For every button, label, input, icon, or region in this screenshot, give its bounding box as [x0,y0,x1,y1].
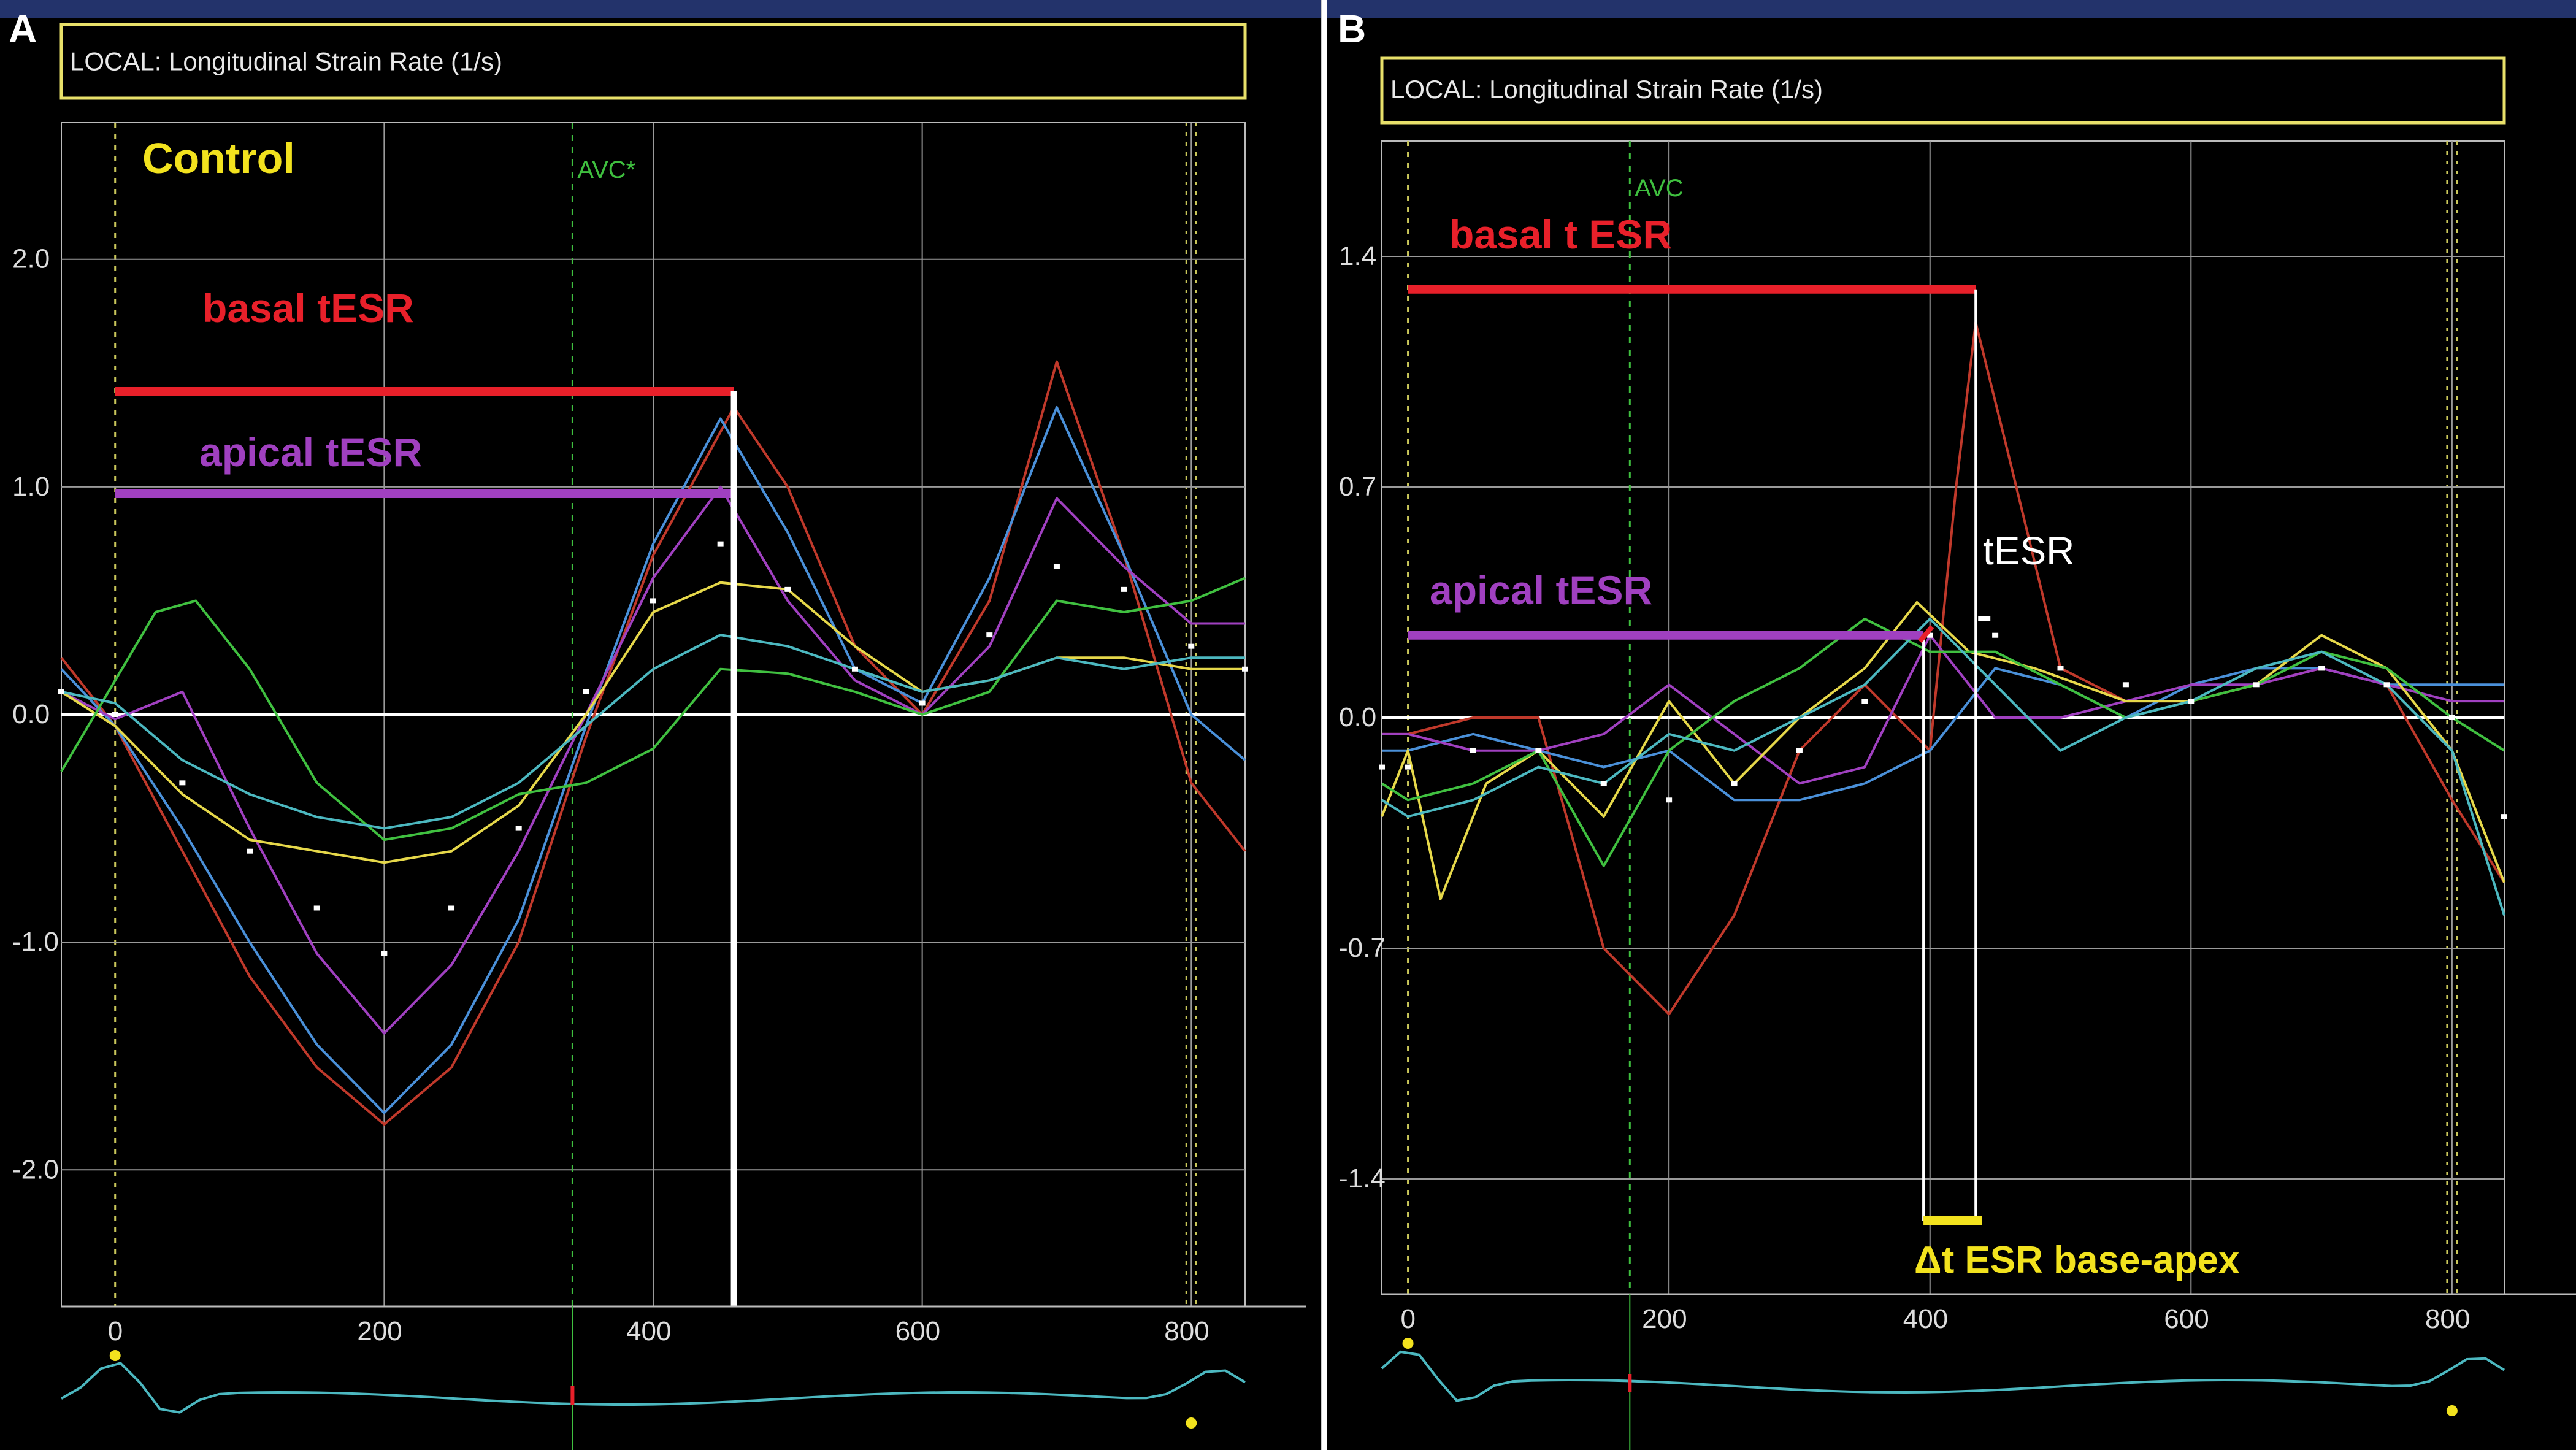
ecg-end-dot [1186,1417,1197,1429]
y-tick-label: -1.4 [1339,1164,1386,1194]
series-dot [986,632,993,638]
y-tick-label: 1.4 [1339,241,1376,271]
x-tick-label: 600 [2164,1304,2209,1334]
chart-panel-b: B LOCAL: Longitudinal Strain Rate (1/s) 1… [1327,0,2576,1450]
x-tick-label: 0 [108,1316,123,1346]
series-dot [650,598,656,604]
series-dot [1796,748,1803,753]
x-tick-label: 800 [1164,1316,1209,1346]
avc-label: AVC* [577,156,635,183]
x-tick-label: 0 [1401,1304,1416,1334]
series-dot [1242,666,1248,672]
series-dot [717,541,724,547]
series-dot [58,689,64,694]
series-dot [1053,564,1060,569]
x-tick-label: 400 [1903,1304,1948,1334]
series-dot [2383,682,2390,688]
y-tick-label: 0.7 [1339,472,1376,502]
avc-label: AVC [1635,175,1683,202]
chart-header-text: LOCAL: Longitudinal Strain Rate (1/s) [70,47,502,75]
series-dot [1861,699,1868,704]
series-dot [448,905,455,911]
series-dot [2318,666,2325,671]
delta-label: Δt ESR base-apex [1914,1239,2240,1281]
peak-label: tESR [1983,529,2074,573]
strain-rate-chart-b: LOCAL: Longitudinal Strain Rate (1/s) 1.4… [1339,56,2576,1450]
series-dot [851,666,858,672]
series-dot [1992,632,1999,638]
series-dot [1470,748,1476,753]
annotation-label: apical tESR [199,429,422,475]
annotation-label: basal tESR [202,285,414,331]
x-tick-label: 400 [626,1316,671,1346]
x-tick-label: 600 [895,1316,940,1346]
series-line [1381,617,2505,867]
series-dot [515,826,522,831]
series-dot [313,905,320,911]
series-dot [2253,682,2260,688]
avc-ecg-marker [570,1386,575,1405]
series-dot [1666,797,1673,803]
series-dot [2122,682,2129,688]
y-tick-label: 2.0 [12,244,50,274]
series-dot [2188,699,2195,704]
y-tick-label: 0.0 [12,699,50,729]
y-tick-label: 1.0 [12,472,50,502]
y-tick-label: -2.0 [12,1154,59,1184]
annotation-label: basal t ESR [1449,212,1672,257]
series-dot [381,951,388,956]
avc-ecg-marker [1628,1374,1632,1392]
series-dot [2501,814,2507,819]
series-line [1381,617,2505,916]
series-dot [1731,781,1738,786]
series-dot [247,848,253,854]
ecg-trace [61,1362,1246,1414]
series-dot [1405,764,1411,770]
series-dot [112,712,118,717]
y-tick-label: -1.0 [12,927,59,957]
annotation-label: apical tESR [1430,567,1652,613]
strain-rate-chart-a: LOCAL: Longitudinal Strain Rate (1/s) 2.0… [12,23,1306,1450]
series-dot [2448,715,2455,720]
series-dot [179,780,186,786]
series-dot [784,586,791,592]
chart-panel-a: A LOCAL: Longitudinal Strain Rate (1/s) 2… [0,0,1322,1450]
ecg-start-dot [1402,1338,1414,1349]
x-tick-label: 200 [1642,1304,1687,1334]
series-dot [919,700,926,706]
series-dot [583,689,589,694]
series-line [1381,601,2505,900]
series-dot [1121,586,1127,592]
y-tick-label: 0.0 [1339,702,1376,732]
y-tick-label: -0.7 [1339,933,1386,963]
series-line [1382,667,2504,802]
x-tick-label: 800 [2425,1304,2470,1334]
series-dot [1188,643,1195,649]
series-dot [1379,764,1385,770]
ecg-trace [1381,1350,2505,1402]
group-label: Control [142,134,295,182]
series-dot [1600,781,1607,786]
ecg-start-dot [109,1350,121,1361]
chart-header-text: LOCAL: Longitudinal Strain Rate (1/s) [1390,75,1823,104]
series-dot [2057,666,2064,671]
series-dot [1535,748,1542,753]
series-line [1382,321,2505,1016]
x-tick-label: 200 [357,1316,402,1346]
ecg-end-dot [2446,1405,2458,1416]
